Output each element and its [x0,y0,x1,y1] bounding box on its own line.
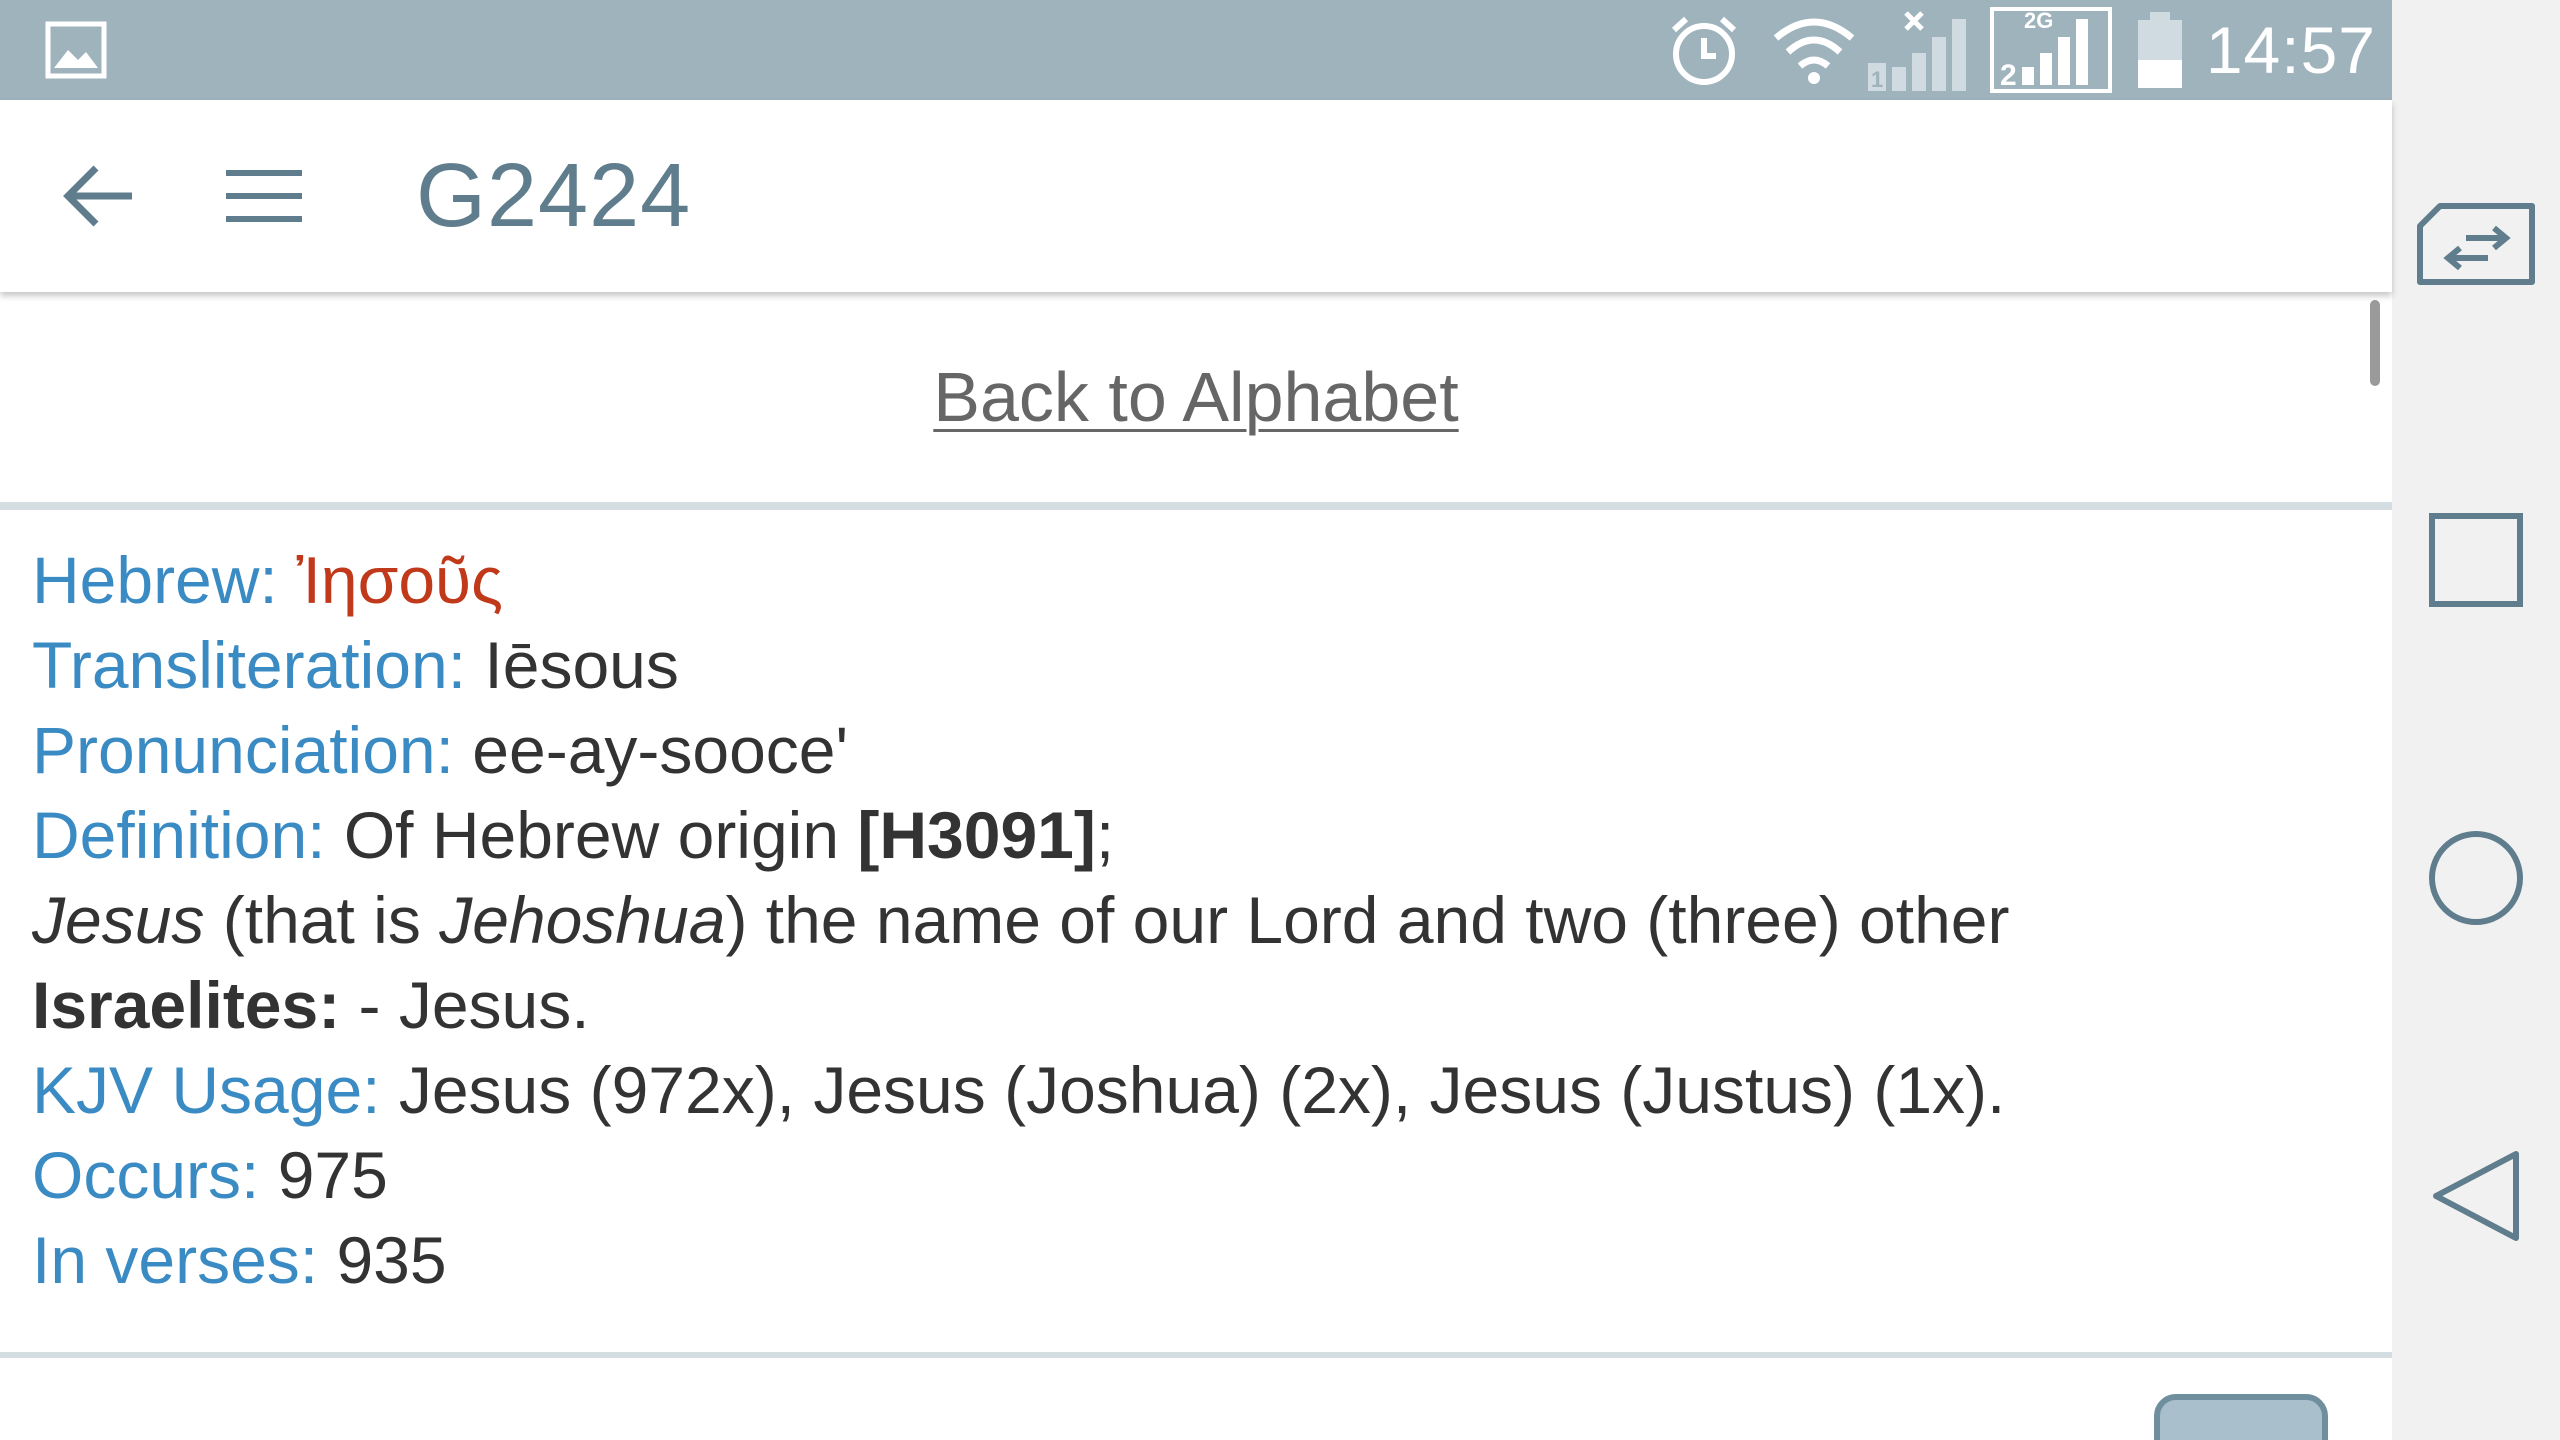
page-title: G2424 [416,146,692,246]
pronunciation-row: Pronunciation: ee-ay-sooce' [32,708,2372,793]
back-triangle-icon [2433,1151,2519,1241]
menu-button[interactable] [204,136,324,256]
kjv-usage-label: KJV Usage: [32,1053,381,1127]
home-button[interactable] [2392,794,2560,962]
status-bar: 1 2 2G 14:57 [0,0,2392,100]
back-button[interactable] [40,136,160,256]
divider [0,1352,2392,1358]
home-icon [2429,831,2523,925]
lexicon-entry: Hebrew: Ἰησοῦς Transliteration: Iēsous P… [32,538,2372,1303]
partial-button[interactable] [2154,1394,2328,1440]
battery-icon [2134,0,2186,100]
definition-text-2b: ) the name of our Lord and two (three) o… [725,883,2010,957]
definition-israelites: Israelites: [32,968,341,1042]
definition-word-jehoshua: Jehoshua [439,883,726,957]
pronunciation-value: ee-ay-sooce' [472,713,849,787]
network-type-label: 2G [2024,8,2054,33]
content-area[interactable]: Back to Alphabet Hebrew: Ἰησοῦς Translit… [0,292,2392,1440]
svg-text:2: 2 [2000,59,2017,92]
hamburger-menu-icon [226,170,302,222]
arrow-left-icon [63,165,132,227]
hebrew-label: Hebrew: [32,543,278,617]
occurs-label: Occurs: [32,1138,260,1212]
navigation-bar [2392,0,2560,1440]
wifi-icon [1772,0,1856,100]
hebrew-value: Ἰησοῦς [296,543,503,617]
kjv-usage-row: KJV Usage: Jesus (972x), Jesus (Joshua) … [32,1048,2372,1133]
alarm-icon [1664,0,1744,100]
divider [0,502,2392,510]
back-link-area: Back to Alphabet [0,292,2392,502]
svg-text:1: 1 [1871,67,1883,92]
pronunciation-label: Pronunciation: [32,713,454,787]
verses-row: In verses: 935 [32,1218,2372,1303]
definition-punct: ; [1095,798,1115,872]
transliteration-row: Transliteration: Iēsous [32,623,2372,708]
recents-icon [2429,513,2523,607]
definition-text-3: - Jesus. [358,968,590,1042]
definition-line-3: Israelites: - Jesus. [32,963,2372,1048]
image-icon [44,0,108,100]
signal-sim1-icon: 1 [1866,0,1978,100]
screen: 1 2 2G 14:57 G2424 Back to Alphabet Hebr… [0,0,2560,1440]
app-bar: G2424 [0,100,2392,292]
verses-label: In verses: [32,1223,319,1297]
back-to-alphabet-link[interactable]: Back to Alphabet [933,357,1458,437]
hebrew-row: Hebrew: Ἰησοῦς [32,538,2372,623]
definition-row: Definition: Of Hebrew origin [H3091]; [32,793,2372,878]
occurs-row: Occurs: 975 [32,1133,2372,1218]
occurs-value: 975 [277,1138,388,1212]
transliteration-label: Transliteration: [32,628,467,702]
definition-label: Definition: [32,798,326,872]
dual-window-icon [2417,203,2535,285]
definition-word-jesus: Jesus [32,883,205,957]
recents-button[interactable] [2392,476,2560,644]
definition-reference[interactable]: [H3091] [857,798,1095,872]
status-clock: 14:57 [2205,13,2376,87]
system-back-button[interactable] [2392,1112,2560,1280]
verses-value: 935 [336,1223,447,1297]
dual-window-button[interactable] [2392,160,2560,328]
definition-text: Of Hebrew origin [343,798,840,872]
transliteration-value: Iēsous [484,628,679,702]
definition-text-2a: (that is [222,883,421,957]
definition-line-2: Jesus (that is Jehoshua) the name of our… [32,878,2372,963]
kjv-usage-value: Jesus (972x), Jesus (Joshua) (2x), Jesus… [398,1053,2006,1127]
